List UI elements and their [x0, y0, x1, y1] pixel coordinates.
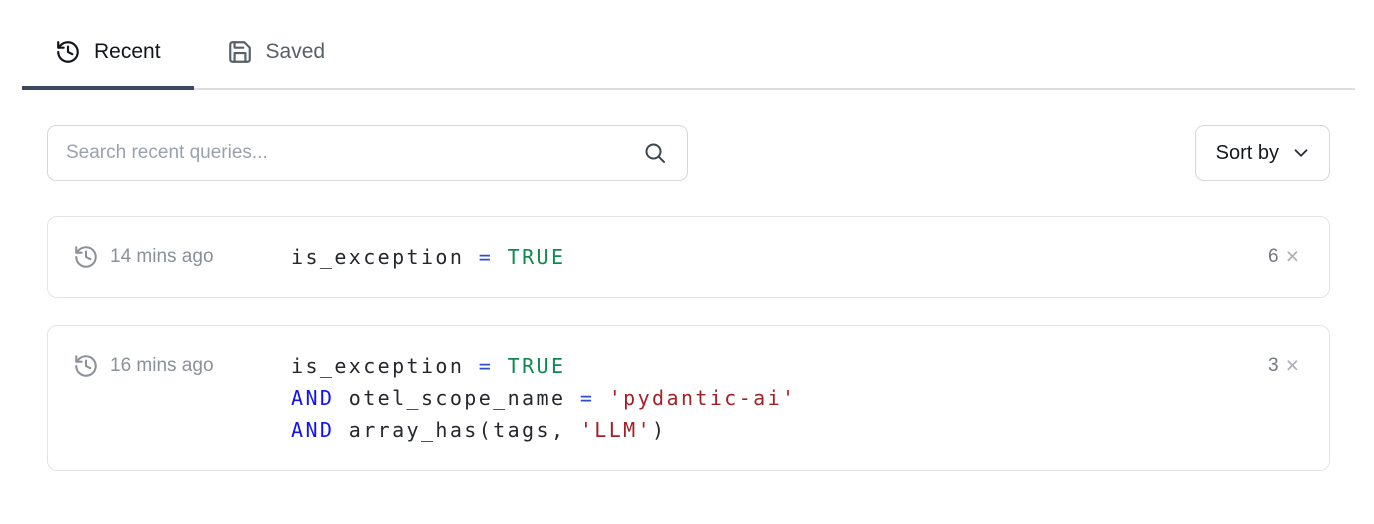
tab-recent[interactable]: Recent	[22, 39, 194, 90]
query-code: is_exception = TRUEAND otel_scope_name =…	[291, 350, 796, 446]
query-timestamp: 14 mins ago	[110, 241, 214, 273]
query-use-count: 3 ×	[1256, 350, 1299, 382]
recent-queries-panel: Sort by 14 mins ago is_exception = TRUE …	[0, 125, 1374, 471]
chevron-down-icon	[1290, 142, 1312, 164]
code-line: AND otel_scope_name = 'pydantic-ai'	[291, 382, 796, 414]
tab-saved-label: Saved	[266, 40, 326, 64]
use-count-number: 6	[1268, 241, 1279, 273]
tab-bar: Recent Saved	[22, 0, 1355, 90]
search-input[interactable]	[47, 125, 688, 181]
sort-by-label: Sort by	[1216, 142, 1279, 165]
search-box	[47, 125, 688, 181]
query-timestamp: 16 mins ago	[110, 350, 214, 382]
history-icon	[73, 244, 99, 270]
query-list: 14 mins ago is_exception = TRUE 6 × 16 m…	[47, 216, 1330, 471]
tab-recent-label: Recent	[94, 40, 161, 64]
query-code: is_exception = TRUE	[291, 241, 565, 273]
recent-query-card[interactable]: 16 mins ago is_exception = TRUEAND otel_…	[47, 325, 1330, 471]
query-meta: 14 mins ago	[73, 241, 291, 273]
times-icon: ×	[1286, 241, 1299, 272]
sort-by-button[interactable]: Sort by	[1195, 125, 1330, 181]
search-icon	[643, 141, 667, 165]
history-icon	[73, 353, 99, 379]
times-icon: ×	[1286, 350, 1299, 381]
tab-saved[interactable]: Saved	[194, 39, 359, 90]
code-line: AND array_has(tags, 'LLM')	[291, 414, 796, 446]
use-count-number: 3	[1268, 350, 1279, 382]
code-line: is_exception = TRUE	[291, 241, 565, 273]
toolbar: Sort by	[47, 125, 1330, 181]
query-use-count: 6 ×	[1256, 241, 1299, 273]
code-line: is_exception = TRUE	[291, 350, 796, 382]
history-icon	[55, 39, 81, 65]
query-meta: 16 mins ago	[73, 350, 291, 382]
recent-query-card[interactable]: 14 mins ago is_exception = TRUE 6 ×	[47, 216, 1330, 298]
save-icon	[227, 39, 253, 65]
